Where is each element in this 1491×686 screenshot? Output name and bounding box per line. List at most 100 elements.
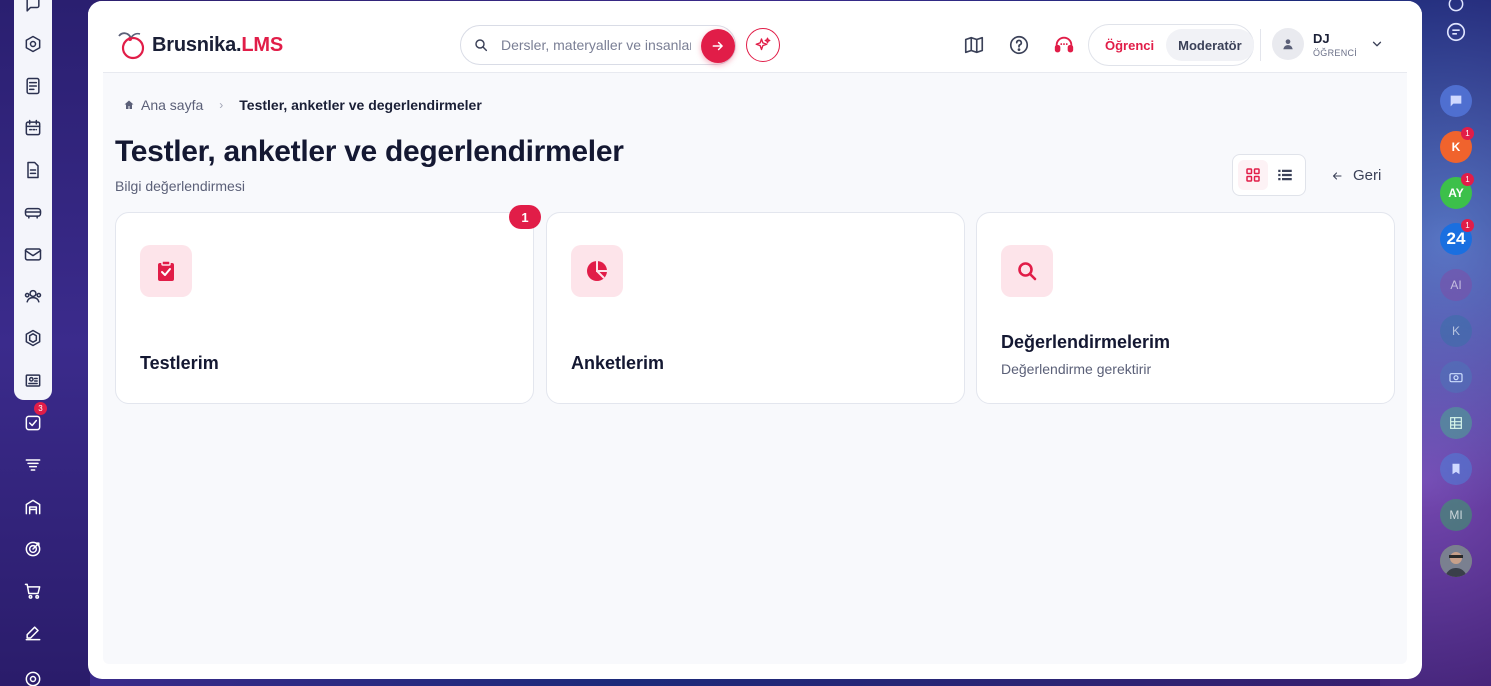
message-icon <box>1450 95 1462 107</box>
chevron-down-icon[interactable] <box>1370 37 1384 51</box>
grid-icon <box>1450 417 1462 429</box>
role-switch: Öğrenci Moderatör <box>1088 24 1254 66</box>
sidebar-item-cart[interactable] <box>14 576 52 606</box>
card-title: Değerlendirmelerim <box>1001 332 1171 352</box>
right-item-grid[interactable] <box>1440 407 1472 439</box>
sidebar-item-settings[interactable] <box>14 664 52 686</box>
clipboard-check-icon <box>158 260 174 281</box>
sidebar-item-compass[interactable] <box>14 29 52 59</box>
card-surveys[interactable]: Anketlerim <box>546 212 965 404</box>
sparkles-icon <box>755 37 771 51</box>
pie-chart-icon <box>587 261 607 281</box>
sidebar-item-tasks[interactable]: 3 <box>14 402 52 438</box>
sidebar-item-edit[interactable] <box>14 618 52 648</box>
breadcrumb-home-label: Ana sayfa <box>141 97 204 113</box>
card-tests[interactable]: Testlerim 1 <box>115 205 541 404</box>
bookmark-icon <box>1452 463 1460 475</box>
right-item-contact-ay[interactable]: AY 1 <box>1440 173 1474 209</box>
calendar-icon <box>25 119 41 136</box>
card-evaluations[interactable]: Değerlendirmelerim Değerlendirme gerekti… <box>976 212 1395 404</box>
ai-assistant-button[interactable] <box>746 28 780 62</box>
card-icon <box>140 245 192 297</box>
map-icon <box>964 36 984 54</box>
compass-icon <box>25 35 41 53</box>
hexagon-icon <box>25 329 41 347</box>
right-item-contact-mi[interactable]: MI <box>1440 499 1472 531</box>
right-item-messages[interactable] <box>1440 85 1472 117</box>
home-icon <box>124 100 134 109</box>
sidebar-item-mail[interactable] <box>14 239 52 269</box>
sidebar-item-bus[interactable] <box>14 197 52 227</box>
card-icon <box>571 245 623 297</box>
user-role: ÖĞRENCİ <box>1313 47 1358 58</box>
card-badge: 1 <box>509 205 541 229</box>
search-box <box>460 25 736 65</box>
user-menu[interactable]: DJ ÖĞRENCİ <box>1272 28 1357 60</box>
search-input[interactable] <box>501 37 691 53</box>
right-item-bitrix24[interactable]: 24 1 <box>1440 219 1474 255</box>
help-button[interactable] <box>1007 33 1031 57</box>
warehouse-icon <box>25 499 41 515</box>
chat-icon <box>26 0 40 12</box>
role-student-tab[interactable]: Öğrenci <box>1093 29 1167 61</box>
sidebar-item-calendar[interactable] <box>14 113 52 143</box>
cards-grid: Testlerim 1 Anketlerim Değerlendirmeleri… <box>115 205 1395 404</box>
right-item-camera[interactable] <box>1440 361 1472 393</box>
contact-initials: MI <box>1449 508 1463 522</box>
right-item-contact-ai[interactable]: AI <box>1440 269 1472 301</box>
sidebar-item-news[interactable] <box>14 71 52 101</box>
right-item-contact-k[interactable]: K 1 <box>1440 127 1474 163</box>
right-item-bookmark[interactable] <box>1440 453 1472 485</box>
sidebar-item-users[interactable] <box>14 281 52 311</box>
role-moderator-tab[interactable]: Moderatör <box>1166 29 1254 61</box>
view-toggle <box>1232 154 1306 196</box>
sidebar-item-presentation[interactable] <box>14 366 52 396</box>
list-view-button[interactable] <box>1270 160 1300 190</box>
back-button[interactable]: Geri <box>1331 167 1381 184</box>
card-title: Anketlerim <box>571 353 665 373</box>
header-divider <box>1260 29 1261 61</box>
sidebar-item-document[interactable] <box>14 155 52 185</box>
right-item-assistant[interactable] <box>1440 16 1472 48</box>
contact-initials: AY <box>1448 186 1464 200</box>
bitrix24-label: 24 <box>1446 229 1466 248</box>
contact-badge: 1 <box>1461 127 1474 140</box>
card-title: Testlerim <box>140 353 219 373</box>
user-info: DJ ÖĞRENCİ <box>1313 31 1357 58</box>
search-submit-button[interactable] <box>701 29 735 63</box>
grid-view-icon <box>1246 168 1260 182</box>
bot-icon <box>1448 0 1464 12</box>
users-icon <box>24 289 42 303</box>
cart-icon <box>24 583 41 599</box>
map-button[interactable] <box>962 33 986 57</box>
right-item-user-photo[interactable] <box>1440 545 1472 577</box>
contact-initials: K <box>1451 324 1460 338</box>
top-bar: Brusnika.LMS Öğrenci Moderatör <box>88 1 1422 73</box>
settings-icon <box>25 671 41 686</box>
support-button[interactable] <box>1052 33 1076 57</box>
back-label: Geri <box>1353 167 1382 184</box>
breadcrumb-home[interactable]: Ana sayfa <box>123 97 203 113</box>
sidebar-item-chat[interactable] <box>14 0 52 20</box>
edit-icon <box>25 626 41 641</box>
bitrix24-badge: 1 <box>1461 219 1474 232</box>
sidebar-item-target[interactable] <box>14 534 52 564</box>
presentation-icon <box>25 374 41 387</box>
right-item-contact-k2[interactable]: K <box>1440 315 1472 347</box>
grid-view-button[interactable] <box>1238 160 1268 190</box>
logo-mark <box>116 29 148 61</box>
contact-initials: K <box>1451 140 1461 154</box>
document-icon <box>27 161 39 179</box>
logo[interactable]: Brusnika.LMS <box>116 29 283 61</box>
logo-text: Brusnika.LMS <box>152 33 283 56</box>
sidebar-item-warehouse[interactable] <box>14 492 52 522</box>
page-subtitle: Bilgi değerlendirmesi <box>115 178 245 194</box>
sidebar-item-hexagon[interactable] <box>14 323 52 353</box>
page-title: Testler, anketler ve degerlendirmeler <box>115 135 624 168</box>
contact-initials: AI <box>1450 278 1462 292</box>
search-icon <box>1018 262 1037 281</box>
arrow-right-icon <box>712 41 723 51</box>
tasks-icon <box>25 415 41 431</box>
sidebar-item-filter[interactable] <box>14 450 52 480</box>
contact-badge: 1 <box>1461 173 1474 186</box>
